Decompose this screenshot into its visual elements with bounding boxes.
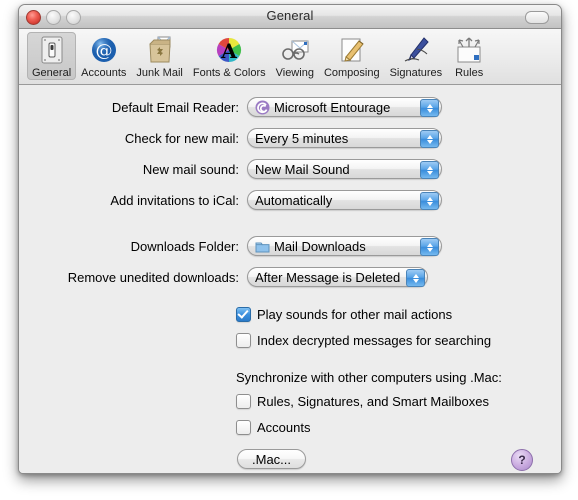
add-invitations-to-ical-dropdown[interactable]: Automatically bbox=[247, 190, 442, 210]
toolbar-toggle-button[interactable] bbox=[525, 11, 549, 24]
setting-label: Downloads Folder: bbox=[130, 238, 239, 254]
toolbar-item-label: Composing bbox=[323, 67, 380, 79]
toolbar-item-label: Accounts bbox=[81, 67, 127, 79]
rules-arrows-icon bbox=[452, 34, 486, 66]
svg-text:A: A bbox=[220, 39, 237, 63]
checkbox-label: Index decrypted messages for searching bbox=[257, 333, 492, 348]
default-email-reader-dropdown[interactable]: Microsoft Entourage bbox=[247, 97, 442, 117]
checkbox-label: Play sounds for other mail actions bbox=[257, 307, 453, 322]
remove-unedited-downloads-dropdown[interactable]: After Message is Deleted bbox=[247, 267, 428, 287]
checkbox-rules-signatures-mailboxes[interactable] bbox=[236, 394, 251, 409]
toolbar-item-composing[interactable]: Composing bbox=[319, 32, 385, 80]
glasses-envelope-icon bbox=[278, 34, 312, 66]
toolbar-item-label: Junk Mail bbox=[136, 67, 183, 79]
toolbar-item-label: Viewing bbox=[275, 67, 314, 79]
chevron-updown-icon bbox=[420, 238, 439, 256]
junk-mail-bag-icon bbox=[143, 34, 177, 66]
checkbox-row-play-sounds[interactable]: Play sounds for other mail actions bbox=[236, 307, 452, 322]
setting-row-downloads-folder: Downloads Folder: Mail Downloads bbox=[19, 236, 561, 256]
window-title: General bbox=[266, 8, 314, 23]
help-button[interactable]: ? bbox=[511, 449, 533, 471]
chevron-updown-icon bbox=[420, 99, 439, 117]
sync-section-heading: Synchronize with other computers using .… bbox=[236, 370, 502, 385]
setting-label: Add invitations to iCal: bbox=[110, 192, 239, 208]
dropdown-value: Automatically bbox=[255, 192, 333, 208]
new-mail-sound-dropdown[interactable]: New Mail Sound bbox=[247, 159, 442, 179]
checkbox-row-index-decrypted[interactable]: Index decrypted messages for searching bbox=[236, 333, 491, 348]
chevron-updown-icon bbox=[420, 192, 439, 210]
color-wheel-a-icon: A bbox=[212, 34, 246, 66]
toolbar-item-label: Signatures bbox=[389, 67, 443, 79]
toolbar-item-viewing[interactable]: Viewing bbox=[271, 32, 319, 80]
general-preferences-pane: Default Email Reader: Microsoft Entourag… bbox=[19, 85, 561, 473]
setting-label: Remove unedited downloads: bbox=[67, 269, 239, 285]
setting-label: Check for new mail: bbox=[124, 130, 239, 146]
toolbar-item-fonts-colors[interactable]: A Fonts & Colors bbox=[188, 32, 271, 80]
dropdown-value: New Mail Sound bbox=[255, 161, 350, 177]
toolbar-item-general[interactable]: General bbox=[27, 32, 77, 80]
check-for-new-mail-dropdown[interactable]: Every 5 minutes bbox=[247, 128, 442, 148]
toolbar-item-label: General bbox=[32, 67, 72, 79]
dropdown-value: Microsoft Entourage bbox=[274, 99, 391, 115]
pencil-paper-icon bbox=[335, 34, 369, 66]
entourage-swirl-icon bbox=[255, 100, 270, 115]
checkbox-row-rules-signatures-mailboxes[interactable]: Rules, Signatures, and Smart Mailboxes bbox=[236, 394, 489, 409]
general-switchplate-icon bbox=[35, 34, 69, 66]
at-sign-icon: @ bbox=[87, 34, 121, 66]
checkbox-row-accounts[interactable]: Accounts bbox=[236, 420, 310, 435]
dropdown-value: Mail Downloads bbox=[274, 238, 366, 254]
toolbar-item-label: Rules bbox=[455, 67, 484, 79]
preferences-window: General General @ Accounts Junk Mail A F… bbox=[18, 4, 562, 474]
fountain-pen-icon bbox=[399, 34, 433, 66]
checkbox-play-sounds[interactable] bbox=[236, 307, 251, 322]
setting-row-default-email-reader: Default Email Reader: Microsoft Entourag… bbox=[19, 97, 561, 117]
setting-label: Default Email Reader: bbox=[111, 99, 239, 115]
setting-row-add-invitations-to-ical: Add invitations to iCal: Automatically bbox=[19, 190, 561, 210]
chevron-updown-icon bbox=[420, 130, 439, 148]
toolbar-item-signatures[interactable]: Signatures bbox=[385, 32, 448, 80]
dropdown-value: After Message is Deleted bbox=[255, 269, 401, 285]
setting-row-check-for-new-mail: Check for new mail: Every 5 minutes bbox=[19, 128, 561, 148]
setting-row-remove-unedited-downloads: Remove unedited downloads: After Message… bbox=[19, 267, 561, 287]
setting-row-new-mail-sound: New mail sound: New Mail Sound bbox=[19, 159, 561, 179]
checkbox-label: Accounts bbox=[257, 420, 311, 435]
setting-label: New mail sound: bbox=[142, 161, 239, 177]
preferences-toolbar: General @ Accounts Junk Mail A Fonts & C… bbox=[19, 29, 561, 85]
toolbar-item-rules[interactable]: Rules bbox=[447, 32, 491, 80]
toolbar-item-accounts[interactable]: @ Accounts bbox=[76, 32, 131, 80]
checkbox-label: Rules, Signatures, and Smart Mailboxes bbox=[257, 394, 489, 409]
dot-mac-button[interactable]: .Mac... bbox=[237, 449, 307, 469]
blue-folder-icon bbox=[255, 239, 270, 254]
toolbar-item-junk-mail[interactable]: Junk Mail bbox=[131, 32, 187, 80]
chevron-updown-icon bbox=[406, 269, 425, 287]
checkbox-accounts[interactable] bbox=[236, 420, 251, 435]
downloads-folder-dropdown[interactable]: Mail Downloads bbox=[247, 236, 442, 256]
checkbox-index-decrypted[interactable] bbox=[236, 333, 251, 348]
window-titlebar: General bbox=[19, 5, 561, 29]
chevron-updown-icon bbox=[420, 161, 439, 179]
dropdown-value: Every 5 minutes bbox=[255, 130, 349, 146]
toolbar-item-label: Fonts & Colors bbox=[192, 67, 266, 79]
svg-text:@: @ bbox=[95, 41, 112, 61]
